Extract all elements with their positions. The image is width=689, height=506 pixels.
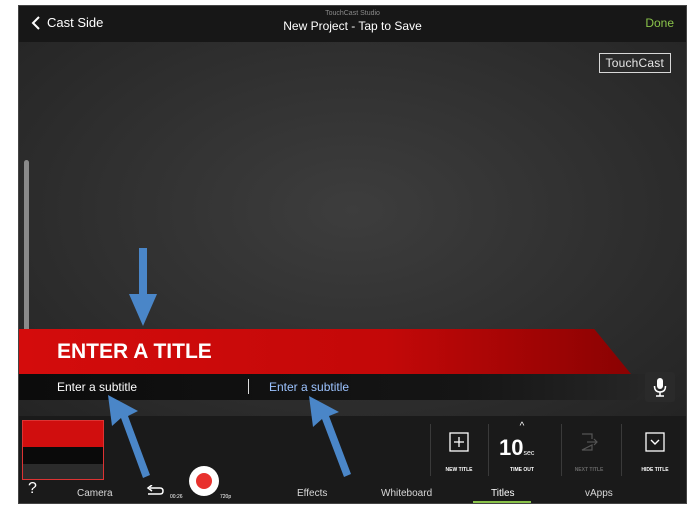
annotation-arrow-down-icon [129, 248, 157, 326]
annotation-arrow-up-right-icon [309, 396, 351, 477]
annotation-arrows [108, 248, 351, 478]
annotation-arrow-up-left-icon [108, 395, 150, 478]
